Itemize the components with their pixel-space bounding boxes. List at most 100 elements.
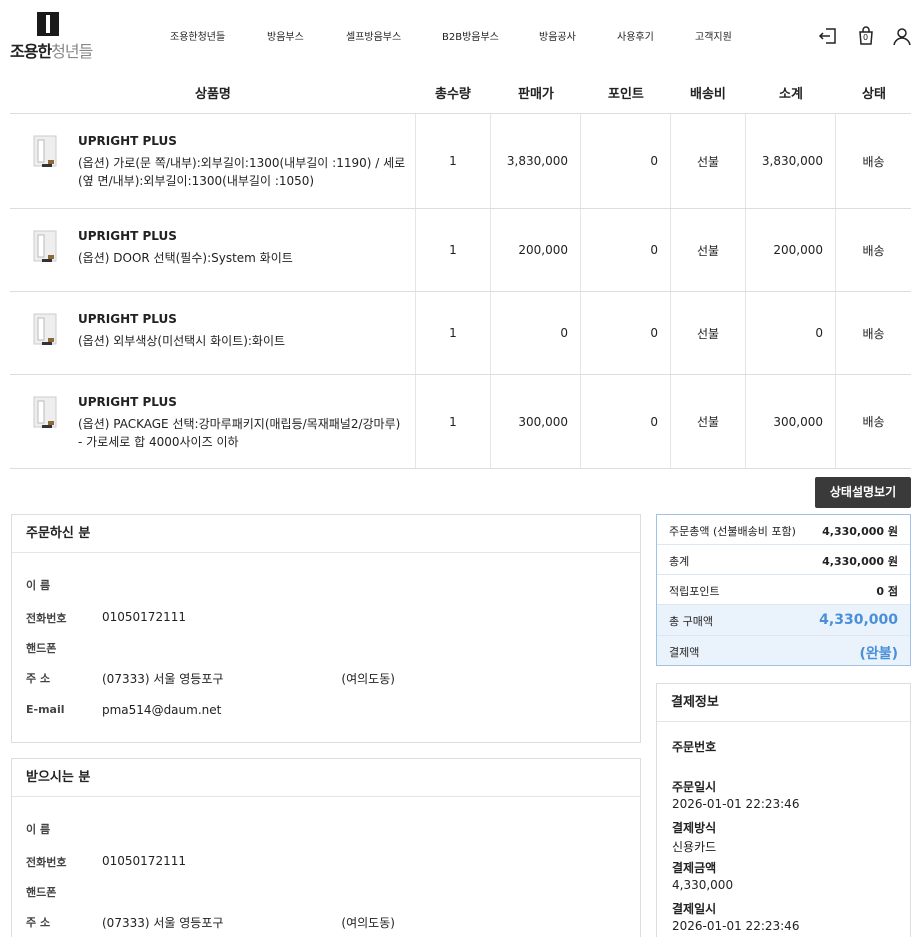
- product-option: (옵션) 가로(문 쪽/내부):외부길이:1300(내부길이 :1190) / …: [78, 156, 406, 188]
- orderer-title: 주문하신 분: [12, 515, 640, 553]
- product-thumbnail[interactable]: [30, 395, 64, 431]
- row-subtotal: 300,000: [745, 375, 835, 468]
- summary-purchase-label: 총 구매액: [669, 615, 713, 628]
- table-row: UPRIGHT PLUS (옵션) 외부색상(미선택시 화이트):화이트 1 0…: [10, 292, 911, 375]
- row-shipping: 선불: [670, 292, 745, 374]
- brand-logo[interactable]: 조용한청년들: [10, 12, 93, 61]
- logout-icon[interactable]: [818, 26, 838, 46]
- product-option: (옵션) 외부색상(미선택시 화이트):화이트: [78, 334, 286, 348]
- payment-order-no: 주문번호: [672, 740, 717, 754]
- payment-info-title: 결제정보: [657, 684, 910, 722]
- nav-item-b2b-booth[interactable]: B2B방음부스: [442, 28, 499, 43]
- status-info-button[interactable]: 상태설명보기: [815, 477, 911, 508]
- nav-item-company[interactable]: 조용한청년들: [170, 28, 225, 43]
- payment-amount: 결제금액 4,330,000: [672, 861, 734, 892]
- row-status: 배송: [835, 209, 911, 291]
- nav-item-construction[interactable]: 방음공사: [539, 28, 576, 43]
- row-point: 0: [580, 114, 670, 208]
- row-point: 0: [580, 375, 670, 468]
- summary-paid-label: 결제액: [669, 646, 700, 659]
- row-status: 배송: [835, 292, 911, 374]
- product-thumbnail[interactable]: [30, 312, 64, 348]
- row-shipping: 선불: [670, 209, 745, 291]
- nav-item-booth[interactable]: 방음부스: [267, 28, 304, 43]
- summary-total-value: 4,330,000 원: [822, 525, 898, 538]
- row-qty: 1: [415, 209, 490, 291]
- col-status: 상태: [862, 87, 886, 102]
- site-header: 조용한청년들 조용한청년들 방음부스 셀프방음부스 B2B방음부스 방음공사 사…: [0, 0, 920, 66]
- row-qty: 1: [415, 292, 490, 374]
- summary-point-label: 적립포인트: [669, 585, 720, 598]
- receiver-title: 받으시는 분: [12, 759, 640, 797]
- row-price: 0: [490, 292, 580, 374]
- product-option: (옵션) DOOR 선택(필수):System 화이트: [78, 251, 293, 265]
- row-point: 0: [580, 209, 670, 291]
- col-point: 포인트: [608, 87, 644, 102]
- row-status: 배송: [835, 114, 911, 208]
- summary-purchase-row: 총 구매액 4,330,000: [657, 605, 910, 636]
- summary-total-label: 주문총액 (선불배송비 포함): [669, 525, 796, 538]
- logo-mark-icon: [37, 12, 59, 36]
- row-price: 200,000: [490, 209, 580, 291]
- row-subtotal: 200,000: [745, 209, 835, 291]
- col-qty: 총수량: [435, 87, 471, 102]
- nav-item-reviews[interactable]: 사용후기: [617, 28, 654, 43]
- orderer-phone-label: 전화번호: [26, 612, 67, 625]
- row-subtotal: 3,830,000: [745, 114, 835, 208]
- row-qty: 1: [415, 114, 490, 208]
- table-row: UPRIGHT PLUS (옵션) PACKAGE 선택:강마루패키지(매립등/…: [10, 375, 911, 469]
- orderer-address-label: 주 소: [26, 672, 51, 685]
- summary-paid-row: 결제액 (완불): [657, 636, 910, 665]
- receiver-phone-value: 01050172111: [102, 854, 186, 868]
- order-table-header: 상품명 총수량 판매가 포인트 배송비 소계 상태: [10, 72, 911, 114]
- summary-sum-label: 총계: [669, 555, 690, 568]
- product-thumbnail[interactable]: [30, 229, 64, 265]
- col-price: 판매가: [518, 87, 554, 102]
- row-shipping: 선불: [670, 375, 745, 468]
- product-name[interactable]: UPRIGHT PLUS: [78, 134, 177, 148]
- payment-info-section: 결제정보 주문번호 주문일시 2026-01-01 22:23:46 결제방식 …: [656, 683, 911, 937]
- cart-icon[interactable]: 0: [856, 26, 876, 46]
- receiver-name-label: 이 름: [26, 823, 51, 836]
- cart-count-badge: 0: [863, 33, 869, 42]
- nav-item-self-booth[interactable]: 셀프방음부스: [346, 28, 401, 43]
- payment-order-date: 주문일시 2026-01-01 22:23:46: [672, 780, 800, 811]
- orderer-address-value: (07333) 서울 영등포구 (여의도동): [102, 672, 395, 686]
- orderer-email-label: E-mail: [26, 703, 65, 716]
- summary-paid-value: (완불): [859, 646, 898, 662]
- row-price: 300,000: [490, 375, 580, 468]
- product-name[interactable]: UPRIGHT PLUS: [78, 229, 177, 243]
- row-subtotal: 0: [745, 292, 835, 374]
- row-status: 배송: [835, 375, 911, 468]
- receiver-address-value: (07333) 서울 영등포구 (여의도동): [102, 916, 395, 930]
- col-subtotal: 소계: [779, 87, 803, 102]
- payment-method: 결제방식 신용카드: [672, 821, 717, 854]
- orderer-mobile-label: 핸드폰: [26, 642, 57, 655]
- product-name[interactable]: UPRIGHT PLUS: [78, 395, 177, 409]
- row-price: 3,830,000: [490, 114, 580, 208]
- user-icon[interactable]: [892, 26, 912, 46]
- logo-text: 조용한청년들: [10, 42, 93, 61]
- row-qty: 1: [415, 375, 490, 468]
- payment-paid-date: 결제일시 2026-01-01 22:23:46: [672, 902, 800, 933]
- row-shipping: 선불: [670, 114, 745, 208]
- orderer-section: 주문하신 분 이 름 전화번호 01050172111 핸드폰 주 소 (073…: [11, 514, 641, 743]
- orderer-email-value: pma514@daum.net: [102, 703, 222, 717]
- product-name[interactable]: UPRIGHT PLUS: [78, 312, 177, 326]
- receiver-phone-label: 전화번호: [26, 856, 67, 869]
- table-row: UPRIGHT PLUS (옵션) DOOR 선택(필수):System 화이트…: [10, 209, 911, 292]
- order-summary: 주문총액 (선불배송비 포함) 4,330,000 원 총계 4,330,000…: [656, 514, 911, 666]
- receiver-mobile-label: 핸드폰: [26, 886, 57, 899]
- product-thumbnail[interactable]: [30, 134, 64, 170]
- receiver-address-label: 주 소: [26, 916, 51, 929]
- receiver-section: 받으시는 분 이 름 전화번호 01050172111 핸드폰 주 소 (073…: [11, 758, 641, 937]
- summary-purchase-value: 4,330,000: [819, 612, 898, 628]
- row-point: 0: [580, 292, 670, 374]
- nav-item-support[interactable]: 고객지원: [695, 28, 732, 43]
- summary-point-value: 0 점: [876, 585, 898, 598]
- product-option: (옵션) PACKAGE 선택:강마루패키지(매립등/목재패널2/강마루) - …: [78, 417, 401, 449]
- summary-total-row: 주문총액 (선불배송비 포함) 4,330,000 원: [657, 515, 910, 545]
- col-product: 상품명: [195, 87, 231, 102]
- orderer-phone-value: 01050172111: [102, 610, 186, 624]
- summary-sum-row: 총계 4,330,000 원: [657, 545, 910, 575]
